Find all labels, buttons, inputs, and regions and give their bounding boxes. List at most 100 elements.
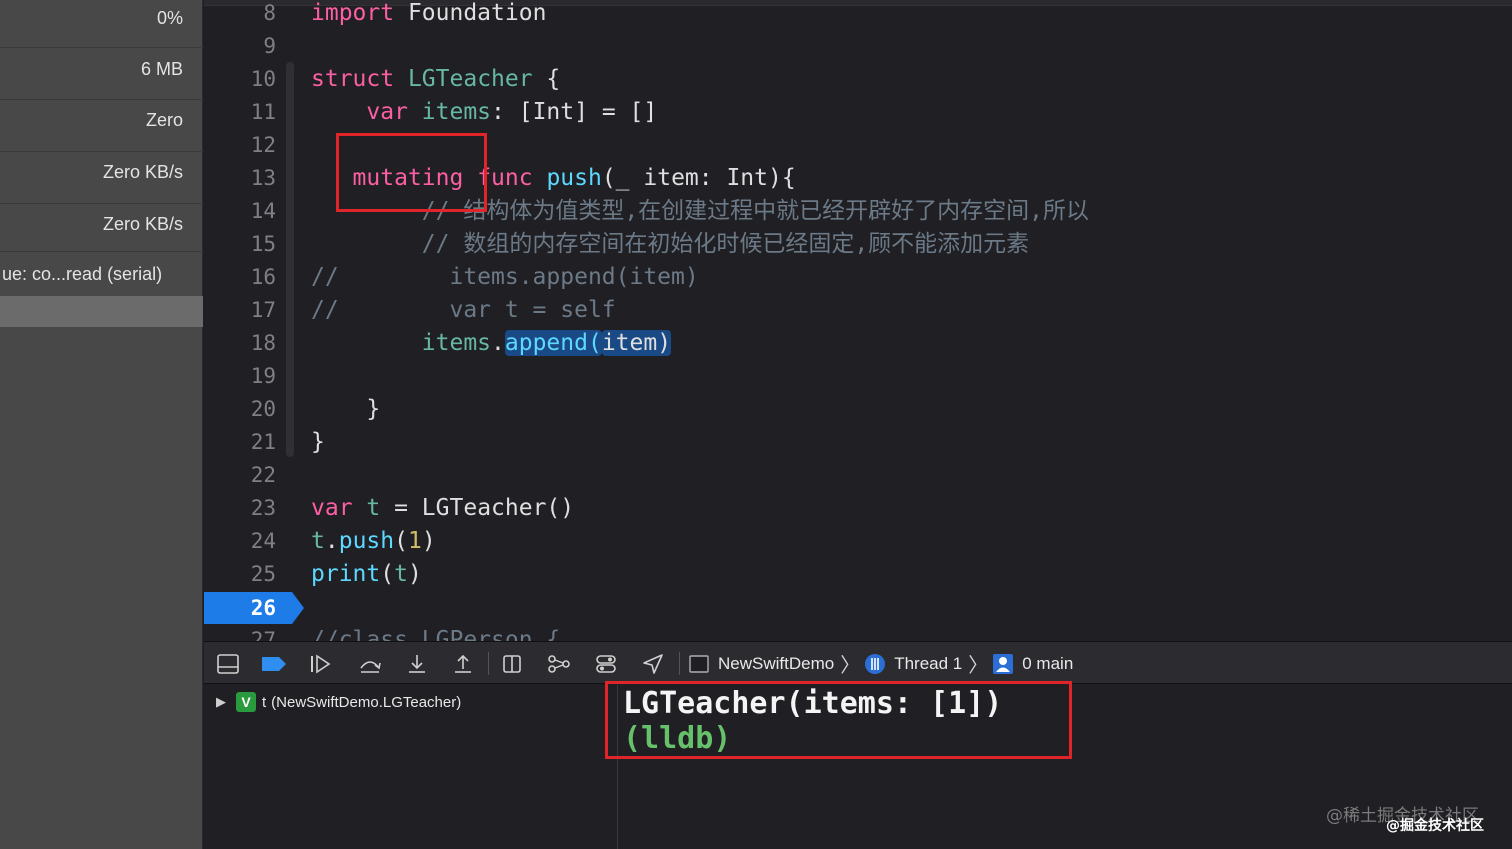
line-number[interactable]: 19	[204, 360, 276, 393]
queue-row[interactable]: ue: co...read (serial)	[0, 252, 203, 296]
code-token: // 结构体为值类型,在创建过程中就已经开辟好了内存空间,所以	[421, 198, 1090, 224]
chevron-right-icon: 〉	[968, 655, 989, 677]
variable-row[interactable]: ▶ V t (NewSwiftDemo.LGTeacher)	[216, 689, 461, 715]
selected-frame-row[interactable]	[0, 296, 203, 327]
code-line[interactable]: 18 items.append(item)	[204, 327, 1512, 360]
energy-gauge[interactable]: Zero	[0, 94, 203, 146]
line-number[interactable]: 27	[204, 624, 276, 641]
code-line[interactable]: 17 // var t = self	[204, 294, 1512, 327]
memory-graph-button[interactable]	[539, 642, 579, 685]
code-token: // 数组的内存空间在初始化时候已经固定,顾不能添加元素	[421, 231, 1030, 257]
code-token: push	[338, 528, 395, 554]
watermark-overlay: @掘金技术社区	[1386, 818, 1484, 834]
code-line[interactable]: 15 // 数组的内存空间在初始化时候已经固定,顾不能添加元素	[204, 228, 1512, 261]
code-line[interactable]: 27 //class LGPerson {	[204, 624, 1512, 641]
line-number[interactable]: 23	[204, 492, 276, 525]
line-number[interactable]: 25	[204, 558, 276, 591]
line-number[interactable]: 12	[204, 129, 276, 162]
code-text: //class LGPerson {	[311, 624, 560, 641]
code-token: append(	[504, 330, 602, 356]
breadcrumb-frame[interactable]: 0 main	[992, 653, 1073, 675]
network-value: Zero KB/s	[102, 213, 183, 234]
breadcrumb-thread-label: Thread 1	[894, 653, 963, 673]
step-into-button[interactable]	[397, 642, 437, 685]
code-text: // 数组的内存空间在初始化时候已经固定,顾不能添加元素	[311, 228, 1029, 261]
breakpoint-marker[interactable]: 26	[204, 592, 304, 624]
code-text: var t = LGTeacher()	[311, 492, 574, 525]
code-text: items.append(item)	[311, 327, 672, 360]
step-over-icon	[360, 660, 381, 673]
code-text: // items.append(item)	[311, 261, 699, 294]
source-editor[interactable]: 8 import Foundation 9 10 struct LGTeacher {1…	[204, 0, 1512, 641]
code-text: print(t)	[311, 558, 422, 591]
debug-navigator: 0% 6 MB Zero Zero KB/s Zero KB/s ue: co.…	[0, 0, 203, 849]
breadcrumb-target[interactable]: NewSwiftDemo	[688, 653, 834, 675]
code-line[interactable]: 22	[204, 459, 1512, 492]
view-debugger-button[interactable]	[492, 642, 532, 685]
line-number[interactable]: 15	[204, 228, 276, 261]
code-line[interactable]: 24 t.push(1)	[204, 525, 1512, 558]
line-number[interactable]: 18	[204, 327, 276, 360]
memory-gauge[interactable]: 6 MB	[0, 43, 203, 95]
step-over-button[interactable]	[350, 642, 390, 685]
line-number[interactable]: 17	[204, 294, 276, 327]
line-number[interactable]: 22	[204, 459, 276, 492]
code-text: }	[311, 426, 325, 459]
code-token: 1	[407, 528, 422, 554]
disk-value: Zero KB/s	[102, 161, 183, 182]
disclosure-triangle-icon[interactable]: ▶	[216, 694, 232, 710]
breakpoints-toggle-button[interactable]	[254, 642, 294, 685]
line-number[interactable]: 14	[204, 195, 276, 228]
line-number[interactable]: 21	[204, 426, 276, 459]
line-number[interactable]: 20	[204, 393, 276, 426]
line-number[interactable]: 10	[204, 63, 276, 96]
code-text: struct LGTeacher {	[311, 63, 560, 96]
line-number[interactable]: 9	[204, 30, 276, 63]
environment-overrides-button[interactable]	[586, 642, 626, 685]
code-line[interactable]: 20 }	[204, 393, 1512, 426]
line-number[interactable]: 16	[204, 261, 276, 294]
variables-view: ▶ V t (NewSwiftDemo.LGTeacher)	[204, 685, 618, 849]
memory-value: 6 MB	[140, 58, 183, 79]
code-text: }	[311, 393, 380, 426]
disk-gauge[interactable]: Zero KB/s	[0, 146, 203, 198]
code-line[interactable]: 11 var items: [Int] = []	[204, 96, 1512, 129]
code-text: t.push(1)	[311, 525, 436, 558]
code-line[interactable]: 25 print(t)	[204, 558, 1512, 591]
code-token: (_ item: Int){	[601, 165, 796, 191]
code-line[interactable]: 19	[204, 360, 1512, 393]
code-line[interactable]: 21}	[204, 426, 1512, 459]
simulate-location-button[interactable]	[633, 642, 673, 685]
hide-debug-area-button[interactable]	[208, 642, 248, 685]
code-line[interactable]	[204, 591, 1512, 624]
code-token: item)	[601, 330, 672, 356]
code-line[interactable]: 16 // items.append(item)	[204, 261, 1512, 294]
annotation-box-mutating	[336, 133, 487, 212]
cpu-gauge[interactable]: 0%	[0, 0, 203, 44]
code-token: import	[311, 0, 395, 26]
code-line[interactable]: 9	[204, 30, 1512, 63]
step-out-button[interactable]	[443, 642, 483, 685]
view-hierarchy-icon	[503, 654, 521, 673]
code-token: (	[380, 561, 395, 587]
code-line[interactable]: 10 struct LGTeacher {	[204, 63, 1512, 96]
network-gauge[interactable]: Zero KB/s	[0, 198, 203, 250]
user-frame-icon	[993, 653, 1014, 674]
code-text: // var t = self	[311, 294, 616, 327]
line-number[interactable]: 24	[204, 525, 276, 558]
variable-badge: V	[236, 692, 256, 712]
continue-button[interactable]	[301, 642, 341, 685]
code-line[interactable]: 23 var t = LGTeacher()	[204, 492, 1512, 525]
line-number[interactable]: 11	[204, 96, 276, 129]
code-token: : [Int] = []	[491, 99, 658, 125]
code-line[interactable]: 8 import Foundation	[204, 0, 1512, 30]
step-out-icon	[455, 654, 471, 673]
line-number[interactable]: 13	[204, 162, 276, 195]
breadcrumb-thread[interactable]: Thread 1	[864, 653, 962, 675]
variable-name: t	[262, 693, 267, 711]
line-number[interactable]: 8	[204, 0, 276, 30]
